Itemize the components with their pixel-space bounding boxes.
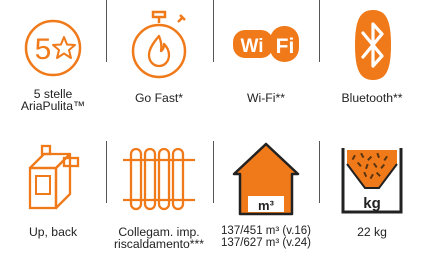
feature-five-stars: 5 5 stelle AriaPulita™ xyxy=(0,0,106,130)
feature-grid: 5 5 stelle AriaPulita™ Go Fast* Wi Fi Wi… xyxy=(0,0,426,255)
feature-label: Bluetooth** xyxy=(341,91,403,105)
feature-label: 137/451 m³ (v.16) xyxy=(221,225,311,237)
svg-text:Fi: Fi xyxy=(276,35,295,58)
badge-kg-text: kg xyxy=(363,195,381,212)
stopwatch-flame-icon xyxy=(131,10,187,79)
feature-wifi: Wi Fi Wi-Fi** xyxy=(213,0,319,130)
svg-text:Wi: Wi xyxy=(240,36,263,57)
feature-sublabel: riscaldamento*** xyxy=(113,237,205,251)
bluetooth-icon xyxy=(355,10,391,80)
feature-bluetooth: Bluetooth** xyxy=(319,0,425,130)
feature-label: Wi-Fi** xyxy=(247,91,285,105)
feature-go-fast: Go Fast* xyxy=(106,0,212,130)
feature-heated-volume: m³ 137/451 m³ (v.16) 137/627 m³ (v.24) xyxy=(213,128,319,255)
feature-heating-connection: Collegam. imp. riscaldamento*** xyxy=(106,128,212,255)
five-star-badge-icon: 5 xyxy=(24,19,82,77)
feature-label: 22 kg xyxy=(357,225,387,239)
feature-sublabel: 137/627 m³ (v.24) xyxy=(221,237,311,249)
feature-label: Up, back xyxy=(28,225,78,239)
stove-flue-icon xyxy=(28,144,80,210)
feature-flue-outlet: Up, back xyxy=(0,128,106,255)
pellet-hopper-icon: kg xyxy=(341,148,403,214)
radiator-icon xyxy=(123,147,195,211)
house-volume-icon: m³ xyxy=(232,142,300,216)
feature-sublabel: AriaPulita™ xyxy=(20,99,86,113)
badge-m3-text: m³ xyxy=(258,198,275,213)
wifi-badge-icon: Wi Fi xyxy=(233,26,299,62)
badge-five-text: 5 xyxy=(35,33,52,66)
feature-hopper-capacity: kg 22 kg xyxy=(319,128,425,255)
feature-label: Go Fast* xyxy=(134,91,184,105)
